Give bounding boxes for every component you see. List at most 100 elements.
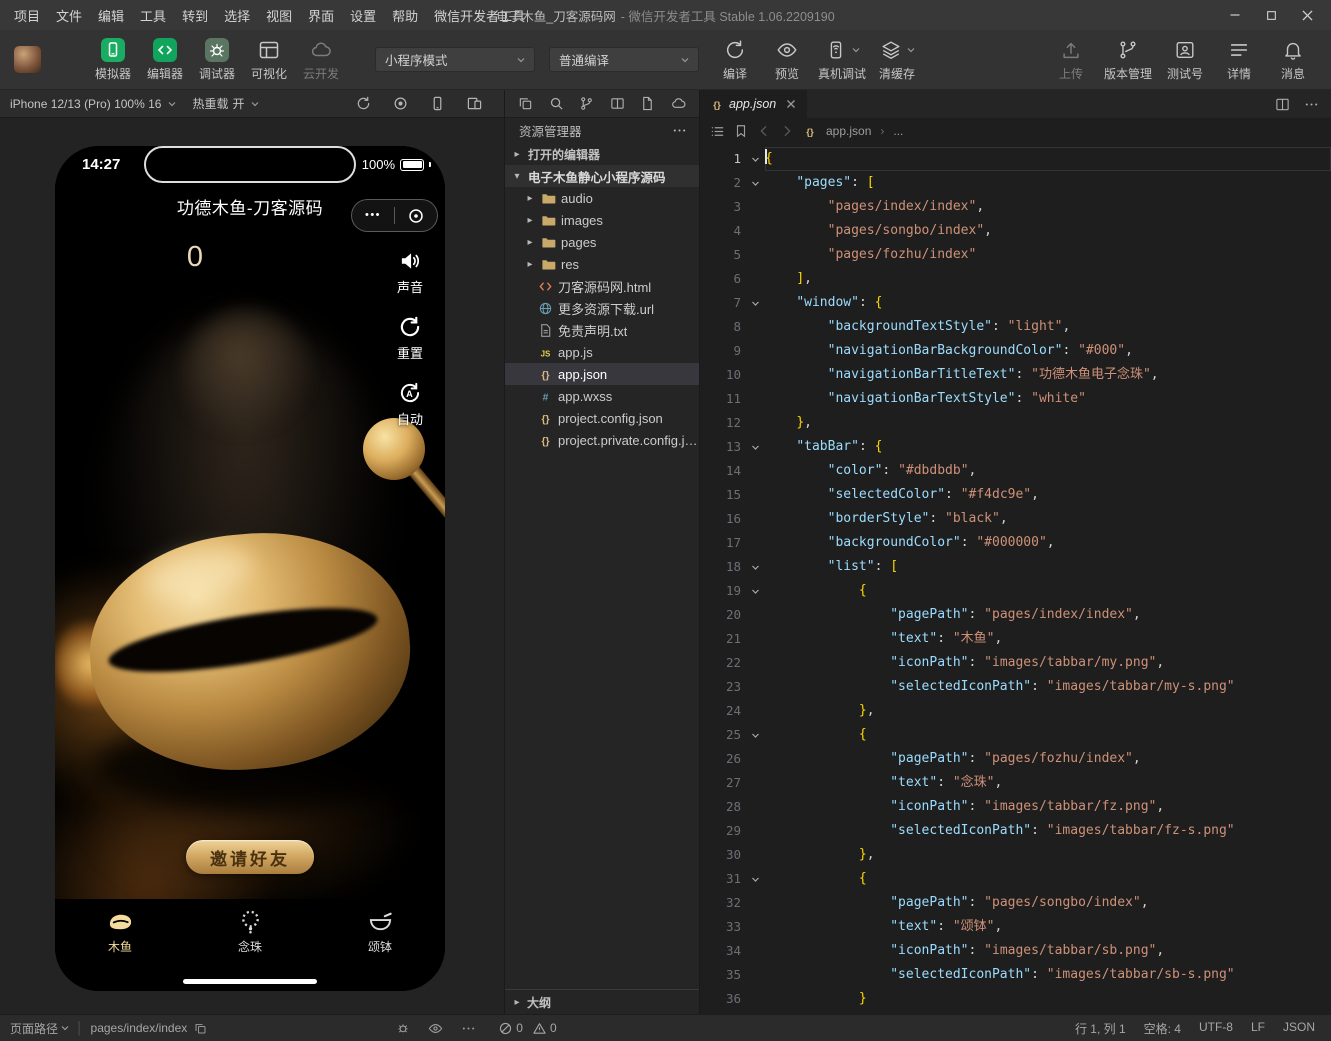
code-line[interactable]: "selectedIconPath": "images/tabbar/fz-s.… bbox=[765, 819, 1331, 843]
preview-button[interactable]: 预览 bbox=[763, 37, 811, 82]
upload-button[interactable]: 上传 bbox=[1047, 37, 1095, 82]
menu-item[interactable]: 设置 bbox=[342, 4, 384, 27]
tree-file[interactable]: {}project.config.json bbox=[505, 407, 699, 429]
code-line[interactable]: { bbox=[765, 147, 1331, 171]
fold-toggle[interactable] bbox=[746, 291, 765, 315]
eye-icon[interactable] bbox=[428, 1021, 443, 1036]
menu-item[interactable]: 选择 bbox=[216, 4, 258, 27]
tree-file[interactable]: 免责声明.txt bbox=[505, 319, 699, 341]
multi-device-icon[interactable] bbox=[467, 96, 482, 111]
code-line[interactable]: "pagePath": "pages/songbo/index", bbox=[765, 891, 1331, 915]
arrow-left-icon[interactable] bbox=[757, 124, 771, 138]
cloud-dev-button[interactable]: 云开发 bbox=[297, 37, 345, 82]
more-icon[interactable] bbox=[672, 123, 687, 138]
code-line[interactable]: "navigationBarTextStyle": "white" bbox=[765, 387, 1331, 411]
tree-file[interactable]: {}project.private.config.js… bbox=[505, 429, 699, 451]
arrow-right-icon[interactable] bbox=[780, 124, 794, 138]
tree-file[interactable]: #app.wxss bbox=[505, 385, 699, 407]
eol-setting[interactable]: LF bbox=[1251, 1020, 1265, 1037]
fold-toggle[interactable] bbox=[746, 723, 765, 747]
code-line[interactable]: "pagePath": "pages/fozhu/index", bbox=[765, 747, 1331, 771]
code-line[interactable]: "iconPath": "images/tabbar/sb.png", bbox=[765, 939, 1331, 963]
tree-file[interactable]: JSapp.js bbox=[505, 341, 699, 363]
tree-file[interactable]: 更多资源下载.url bbox=[505, 297, 699, 319]
menu-item[interactable]: 转到 bbox=[174, 4, 216, 27]
tab-app-json[interactable]: {} app.json bbox=[700, 90, 807, 118]
code-line[interactable]: "borderStyle": "black", bbox=[765, 507, 1331, 531]
language-mode[interactable]: JSON bbox=[1283, 1020, 1315, 1037]
cloud-icon[interactable] bbox=[671, 96, 686, 111]
sound-button[interactable]: 声音 bbox=[397, 248, 423, 296]
code-line[interactable]: "pagePath": "pages/index/index", bbox=[765, 603, 1331, 627]
menu-item[interactable]: 视图 bbox=[258, 4, 300, 27]
more-icon[interactable] bbox=[461, 1021, 476, 1036]
project-root-folder[interactable]: ▾ 电子木鱼静心小程序源码 bbox=[505, 165, 699, 187]
code-editor[interactable]: 1234567891011121314151617181920212223242… bbox=[700, 144, 1331, 1014]
close-tab-icon[interactable] bbox=[785, 98, 797, 110]
cursor-position[interactable]: 行 1, 列 1 bbox=[1075, 1020, 1126, 1037]
phone-tab[interactable]: 木鱼 bbox=[55, 908, 185, 991]
outline-section[interactable]: ▸ 大纲 bbox=[505, 989, 699, 1014]
code-line[interactable]: "selectedColor": "#f4dc9e", bbox=[765, 483, 1331, 507]
fold-toggle[interactable] bbox=[746, 147, 765, 171]
tree-folder[interactable]: ▸audio bbox=[505, 187, 699, 209]
notifications-button[interactable]: 消息 bbox=[1269, 37, 1317, 82]
code-line[interactable]: "tabBar": { bbox=[765, 435, 1331, 459]
code-line[interactable]: "selectedIconPath": "images/tabbar/my-s.… bbox=[765, 675, 1331, 699]
simulator-button[interactable]: 模拟器 bbox=[89, 37, 137, 82]
auto-button[interactable]: A自动 bbox=[397, 380, 423, 428]
minimize-button[interactable] bbox=[1217, 0, 1253, 30]
code-line[interactable]: "text": "念珠", bbox=[765, 771, 1331, 795]
visualizer-button[interactable]: 可视化 bbox=[245, 37, 293, 82]
copy-icon[interactable] bbox=[194, 1022, 207, 1035]
code-line[interactable]: "navigationBarTitleText": "功德木鱼电子念珠", bbox=[765, 363, 1331, 387]
breadcrumb-file[interactable]: app.json bbox=[826, 124, 871, 138]
menu-item[interactable]: 界面 bbox=[300, 4, 342, 27]
menu-item[interactable]: 编辑 bbox=[90, 4, 132, 27]
breadcrumb-more[interactable]: ... bbox=[893, 124, 903, 138]
code-line[interactable]: "iconPath": "images/tabbar/my.png", bbox=[765, 651, 1331, 675]
layout-icon[interactable] bbox=[610, 96, 625, 111]
code-editor-button[interactable]: 编辑器 bbox=[141, 37, 189, 82]
clear-cache-button[interactable]: 清缓存 bbox=[873, 37, 921, 82]
code-line[interactable]: }, bbox=[765, 411, 1331, 435]
file-icon[interactable] bbox=[640, 96, 655, 111]
code-line[interactable]: "window": { bbox=[765, 291, 1331, 315]
menu-item[interactable]: 帮助 bbox=[384, 4, 426, 27]
tree-file[interactable]: 刀客源码网.html bbox=[505, 275, 699, 297]
code-line[interactable]: "backgroundTextStyle": "light", bbox=[765, 315, 1331, 339]
page-path-dropdown[interactable]: 页面路径 bbox=[10, 1020, 69, 1037]
compile-button[interactable]: 编译 bbox=[711, 37, 759, 82]
open-editors-section[interactable]: ▸ 打开的编辑器 bbox=[505, 143, 699, 165]
outline-list-icon[interactable] bbox=[710, 124, 725, 139]
debugger-button[interactable]: 调试器 bbox=[193, 37, 241, 82]
test-account-button[interactable]: 测试号 bbox=[1161, 37, 1209, 82]
code-line[interactable]: "pages/songbo/index", bbox=[765, 219, 1331, 243]
code-line[interactable]: }, bbox=[765, 699, 1331, 723]
code-line[interactable]: { bbox=[765, 579, 1331, 603]
reset-button[interactable]: 重置 bbox=[397, 314, 423, 362]
indent-setting[interactable]: 空格: 4 bbox=[1144, 1020, 1181, 1037]
bug-icon[interactable] bbox=[396, 1021, 410, 1036]
avatar[interactable] bbox=[14, 46, 41, 73]
menu-item[interactable]: 项目 bbox=[6, 4, 48, 27]
code-line[interactable]: "text": "木鱼", bbox=[765, 627, 1331, 651]
code-line[interactable]: } bbox=[765, 987, 1331, 1011]
tree-folder[interactable]: ▸pages bbox=[505, 231, 699, 253]
problems-indicator[interactable]: 0 0 bbox=[499, 1021, 562, 1035]
fold-toggle[interactable] bbox=[746, 579, 765, 603]
code-line[interactable]: { bbox=[765, 723, 1331, 747]
code-line[interactable]: "text": "颂钵", bbox=[765, 915, 1331, 939]
code-line[interactable]: ], bbox=[765, 267, 1331, 291]
fold-toggle[interactable] bbox=[746, 435, 765, 459]
maximize-button[interactable] bbox=[1253, 0, 1289, 30]
code-line[interactable]: "backgroundColor": "#000000", bbox=[765, 531, 1331, 555]
menu-item[interactable]: 文件 bbox=[48, 4, 90, 27]
capsule-home-button[interactable] bbox=[395, 200, 437, 231]
close-button[interactable] bbox=[1289, 0, 1325, 30]
fold-toggle[interactable] bbox=[746, 171, 765, 195]
code-line[interactable]: "color": "#dbdbdb", bbox=[765, 459, 1331, 483]
remote-debug-button[interactable]: 真机调试 bbox=[815, 37, 869, 82]
menu-item[interactable]: 工具 bbox=[132, 4, 174, 27]
details-button[interactable]: 详情 bbox=[1215, 37, 1263, 82]
